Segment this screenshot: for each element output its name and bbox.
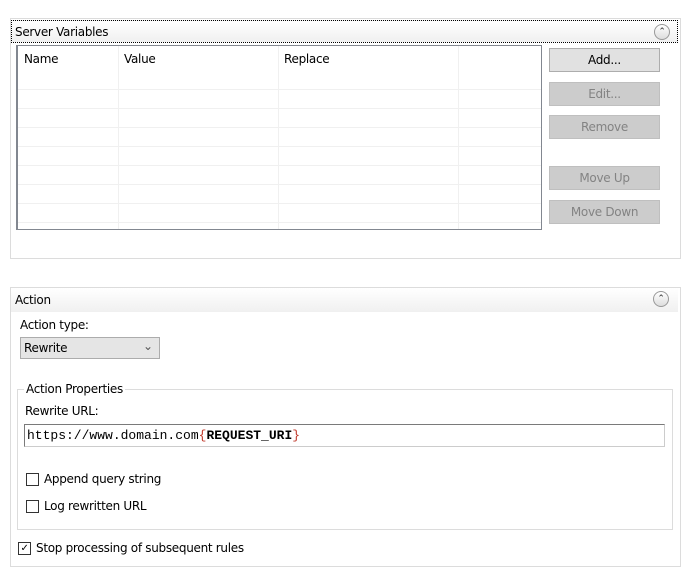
append-query-checkbox[interactable] bbox=[26, 473, 39, 486]
stop-processing-label[interactable]: Stop processing of subsequent rules bbox=[36, 541, 244, 555]
action-properties-legend: Action Properties bbox=[24, 382, 125, 396]
server-variables-title: Server Variables bbox=[15, 25, 109, 39]
column-header-name[interactable]: Name bbox=[24, 52, 59, 66]
action-type-select[interactable]: Rewrite ⌄ bbox=[20, 337, 160, 359]
rewrite-url-input[interactable]: https://www.domain.com{REQUEST_URI} bbox=[24, 424, 665, 447]
action-header[interactable]: Action ⌃ bbox=[11, 288, 678, 312]
url-text: https://www.domain.com bbox=[27, 428, 199, 443]
edit-button[interactable]: Edit... bbox=[549, 82, 660, 106]
action-type-label: Action type: bbox=[20, 318, 89, 332]
action-type-value: Rewrite bbox=[24, 341, 68, 355]
action-title: Action bbox=[15, 293, 51, 307]
move-up-button[interactable]: Move Up bbox=[549, 166, 660, 190]
brace-close: } bbox=[292, 428, 301, 443]
server-variables-table[interactable]: Name Value Replace bbox=[16, 45, 542, 230]
column-header-replace[interactable]: Replace bbox=[284, 52, 330, 66]
collapse-icon[interactable]: ⌃ bbox=[653, 291, 669, 307]
log-rewritten-checkbox[interactable] bbox=[26, 500, 39, 513]
server-variables-header[interactable]: Server Variables ⌃ bbox=[11, 20, 678, 43]
add-button[interactable]: Add... bbox=[549, 48, 660, 72]
remove-button[interactable]: Remove bbox=[549, 115, 660, 139]
stop-processing-checkbox[interactable]: ✓ bbox=[18, 542, 31, 555]
append-query-label[interactable]: Append query string bbox=[44, 472, 161, 486]
column-header-value[interactable]: Value bbox=[124, 52, 156, 66]
rewrite-url-label: Rewrite URL: bbox=[25, 404, 99, 418]
chevron-down-icon: ⌄ bbox=[143, 339, 153, 353]
collapse-icon[interactable]: ⌃ bbox=[654, 24, 670, 40]
server-variable-token: REQUEST_URI bbox=[206, 428, 293, 443]
move-down-button[interactable]: Move Down bbox=[549, 200, 660, 224]
log-rewritten-label[interactable]: Log rewritten URL bbox=[44, 499, 147, 513]
